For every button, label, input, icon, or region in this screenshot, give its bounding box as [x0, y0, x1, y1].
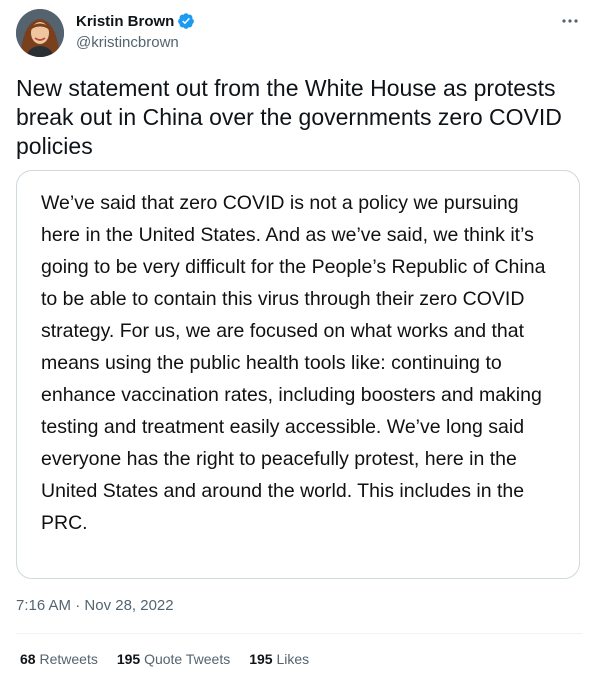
tweet: Kristin Brown @kristincbrown New stateme… — [0, 0, 597, 685]
tweet-time-link[interactable]: 7:16 AM · Nov 28, 2022 — [16, 597, 174, 614]
engagement-stats: 68 Retweets 195 Quote Tweets 195 Likes — [20, 651, 328, 667]
quote-tweets-count: 195 — [116, 651, 141, 667]
avatar-image — [16, 9, 64, 57]
retweets-label: Retweets — [39, 651, 98, 667]
likes-count: 195 — [249, 651, 273, 667]
tweet-date: Nov 28, 2022 — [84, 597, 174, 614]
more-options-button[interactable] — [559, 12, 581, 30]
author-display-name[interactable]: Kristin Brown — [76, 13, 174, 30]
retweets-stat[interactable]: 68 Retweets — [20, 651, 98, 667]
tweet-text: New statement out from the White House a… — [16, 75, 562, 159]
author-handle[interactable]: @kristincbrown — [76, 34, 179, 51]
divider — [16, 633, 582, 634]
likes-stat[interactable]: 195 Likes — [249, 651, 309, 667]
attached-image[interactable]: We’ve said that zero COVID is not a poli… — [16, 170, 580, 579]
avatar[interactable] — [16, 9, 64, 57]
more-options-icon — [562, 19, 578, 23]
retweets-count: 68 — [20, 651, 36, 667]
author-name-row: Kristin Brown — [76, 12, 195, 30]
tweet-timestamp: 7:16 AM · Nov 28, 2022 — [16, 597, 174, 614]
quote-tweets-stat[interactable]: 195 Quote Tweets — [117, 651, 230, 667]
verified-badge-icon — [177, 12, 195, 30]
likes-label: Likes — [276, 651, 310, 667]
timestamp-separator: · — [75, 597, 81, 614]
tweet-time: 7:16 AM — [16, 597, 72, 614]
quote-tweets-label: Quote Tweets — [144, 651, 231, 667]
attached-image-text: We’ve said that zero COVID is not a poli… — [41, 192, 546, 534]
